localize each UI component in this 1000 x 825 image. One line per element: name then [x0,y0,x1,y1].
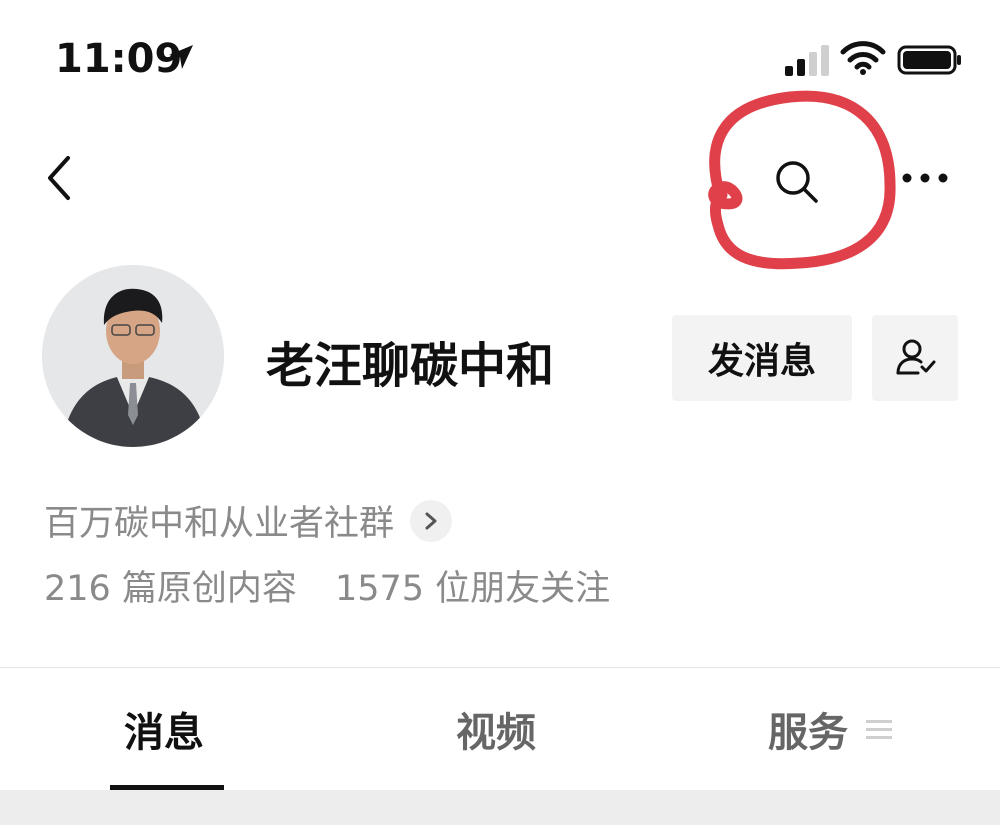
status-time: 11:09 [55,36,183,82]
menu-lines-icon [866,720,892,739]
tab-services[interactable]: 服务 [768,700,892,758]
user-check-icon [896,339,936,375]
tab-videos[interactable]: 视频 [456,700,536,758]
more-icon[interactable] [895,160,955,196]
tab-services-label: 服务 [768,710,848,756]
location-arrow-icon [169,45,193,69]
account-description[interactable]: 百万碳中和从业者社群 [44,495,453,546]
content-area [0,790,1000,825]
avatar-photo-icon [42,265,224,447]
followers-count: 1575 位朋友关注 [334,569,611,609]
send-message-button[interactable]: 发消息 [672,315,852,401]
chevron-right-icon[interactable] [410,499,453,542]
description-text: 百万碳中和从业者社群 [44,504,395,544]
follow-button[interactable] [872,315,958,401]
divider [0,667,1000,668]
account-name: 老汪聊碳中和 [266,338,555,394]
battery-icon [897,45,961,75]
tab-messages[interactable]: 消息 [124,700,204,758]
signal-icon [785,45,829,76]
send-message-label: 发消息 [707,341,816,382]
wifi-icon [840,41,886,75]
account-stats: 216 篇原创内容 1575 位朋友关注 [44,560,610,611]
back-chevron-icon[interactable] [38,150,82,206]
avatar[interactable] [42,265,224,447]
search-icon[interactable] [770,155,822,207]
original-articles-count: 216 篇原创内容 [44,569,297,609]
